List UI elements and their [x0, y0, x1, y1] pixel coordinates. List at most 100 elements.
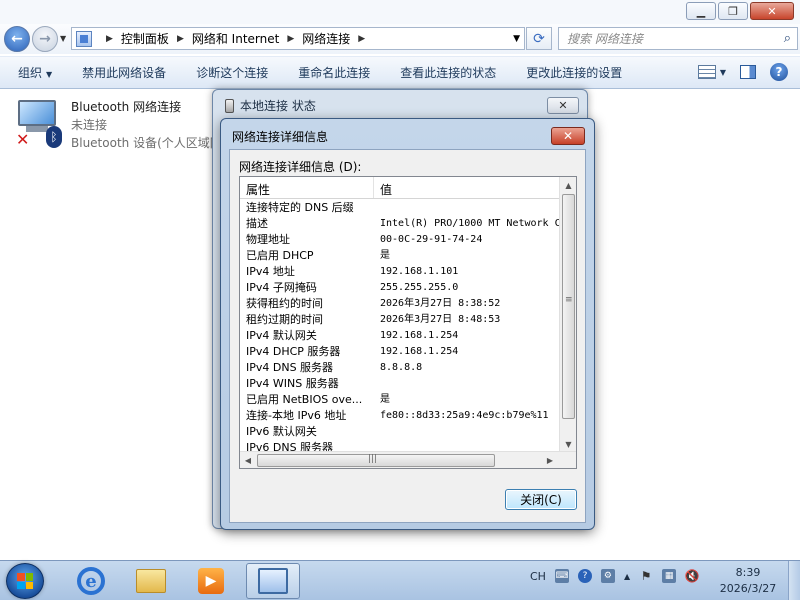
table-row[interactable]: 获得租约的时间 2026年3月27日 8:38:52: [240, 296, 560, 312]
value-cell: 192.168.1.101: [380, 266, 459, 277]
show-desktop-button[interactable]: [788, 561, 800, 600]
taskbar: e ▶ CH ⌨ ? ⚙ ▲ ⚑ ▦ 🔇 8:39 2026/3/27: [0, 560, 800, 600]
scroll-thumb[interactable]: [562, 194, 575, 419]
maximize-button[interactable]: ❐: [718, 2, 748, 20]
property-cell: IPv4 地址: [246, 265, 295, 278]
recent-pages-dropdown-icon[interactable]: ▼: [60, 34, 66, 43]
list-header: 属性 值: [240, 177, 560, 199]
rename-button[interactable]: 重命名此连接: [298, 64, 370, 81]
keyboard-icon[interactable]: ⌨: [554, 569, 569, 583]
search-input[interactable]: 搜索 网络连接 ⌕: [558, 27, 798, 50]
table-row[interactable]: IPv4 地址 192.168.1.101: [240, 264, 560, 280]
minimize-button[interactable]: ▁: [686, 2, 716, 20]
close-dialog-button[interactable]: ✕: [551, 127, 585, 145]
chevron-right-icon[interactable]: ▶: [177, 34, 184, 44]
forward-button[interactable]: →: [32, 26, 58, 52]
search-icon[interactable]: ⌕: [784, 31, 791, 46]
table-row[interactable]: IPv4 WINS 服务器: [240, 376, 560, 392]
property-cell: 已启用 NetBIOS ove...: [246, 393, 363, 406]
horizontal-scrollbar[interactable]: ◀ ▶: [240, 451, 576, 468]
chevron-right-icon[interactable]: ▶: [106, 34, 113, 44]
close-dialog-button[interactable]: ✕: [547, 97, 579, 114]
windows-logo-icon: [17, 573, 33, 589]
scroll-down-icon[interactable]: ▼: [560, 436, 576, 452]
table-row[interactable]: 连接-本地 IPv6 地址 fe80::8d33:25a9:4e9c:b79e%1…: [240, 408, 560, 424]
help-icon[interactable]: ?: [770, 63, 788, 81]
table-row[interactable]: IPv4 子网掩码 255.255.255.0: [240, 280, 560, 296]
change-view-button[interactable]: ▼: [697, 65, 726, 79]
view-status-button[interactable]: 查看此连接的状态: [400, 64, 496, 81]
chevron-down-icon: ▼: [719, 67, 726, 77]
action-center-flag-icon[interactable]: ⚑: [639, 569, 653, 583]
taskbar-ie[interactable]: e: [64, 563, 118, 599]
change-settings-button[interactable]: 更改此连接的设置: [526, 64, 622, 81]
preview-pane-icon[interactable]: [740, 65, 756, 79]
bluetooth-icon: ᛒ: [46, 126, 62, 148]
table-row[interactable]: 连接特定的 DNS 后缀: [240, 200, 560, 216]
breadcrumb-network-internet[interactable]: 网络和 Internet: [192, 30, 279, 47]
table-row[interactable]: IPv6 默认网关: [240, 424, 560, 440]
taskbar-explorer[interactable]: [124, 563, 178, 599]
scroll-thumb[interactable]: [257, 454, 495, 467]
table-row[interactable]: IPv4 默认网关 192.168.1.254: [240, 328, 560, 344]
table-row[interactable]: 已启用 NetBIOS ove... 是: [240, 392, 560, 408]
network-tray-icon[interactable]: ▦: [662, 569, 677, 583]
settings-icon[interactable]: ⚙: [600, 569, 615, 583]
breadcrumb: ▶ 控制面板 ▶ 网络和 Internet ▶ 网络连接 ▶: [98, 30, 373, 47]
taskbar-media-player[interactable]: ▶: [184, 563, 238, 599]
search-placeholder: 搜索 网络连接: [567, 32, 643, 46]
value-cell: 2026年3月27日 8:48:53: [380, 314, 501, 325]
clock[interactable]: 8:39 2026/3/27: [712, 565, 784, 597]
address-dropdown-icon[interactable]: ▼: [513, 34, 520, 44]
scroll-left-icon[interactable]: ◀: [240, 452, 256, 468]
start-button[interactable]: [6, 563, 44, 599]
table-row[interactable]: 描述 Intel(R) PRO/1000 MT Network C: [240, 216, 560, 232]
property-cell: 连接特定的 DNS 后缀: [246, 201, 354, 214]
language-indicator[interactable]: CH: [530, 570, 546, 583]
list-item-bluetooth-connection[interactable]: ✕ ᛒ Bluetooth 网络连接 未连接 Bluetooth 设备(个人区域…: [14, 96, 234, 156]
dialog-title-text: 本地连接 状态: [240, 99, 316, 113]
property-cell: 租约过期的时间: [246, 313, 323, 326]
help-icon[interactable]: ?: [577, 569, 592, 583]
chevron-right-icon[interactable]: ▶: [358, 34, 365, 44]
table-row[interactable]: IPv4 DNS 服务器 8.8.8.8: [240, 360, 560, 376]
breadcrumb-control-panel[interactable]: 控制面板: [121, 30, 169, 47]
volume-muted-icon[interactable]: 🔇: [685, 569, 700, 583]
details-list[interactable]: 属性 值 连接特定的 DNS 后缀描述 Intel(R) PRO/1000 MT …: [239, 176, 577, 469]
clock-time: 8:39: [735, 566, 761, 579]
back-button[interactable]: ←: [4, 26, 30, 52]
scroll-up-icon[interactable]: ▲: [560, 177, 576, 193]
table-row[interactable]: 物理地址 00-0C-29-91-74-24: [240, 232, 560, 248]
details-label: 网络连接详细信息 (D):: [239, 160, 362, 174]
refresh-button[interactable]: ⟳: [526, 27, 552, 50]
dialog-title: 网络连接详细信息: [232, 130, 329, 144]
dialog-body: 网络连接详细信息 (D): 属性 值 连接特定的 DNS 后缀描述 Intel(R…: [229, 149, 586, 523]
value-cell: 8.8.8.8: [380, 362, 423, 373]
table-row[interactable]: 租约过期的时间 2026年3月27日 8:48:53: [240, 312, 560, 328]
scroll-right-icon[interactable]: ▶: [542, 452, 558, 468]
close-button[interactable]: 关闭(C): [505, 489, 577, 510]
column-header-property[interactable]: 属性: [240, 177, 374, 198]
vertical-scrollbar[interactable]: ▲ ▼: [559, 177, 576, 452]
column-header-value[interactable]: 值: [374, 177, 560, 198]
table-row[interactable]: IPv4 DHCP 服务器 192.168.1.254: [240, 344, 560, 360]
disable-device-button[interactable]: 禁用此网络设备: [82, 64, 166, 81]
diagnose-button[interactable]: 诊断这个连接: [196, 64, 268, 81]
close-window-button[interactable]: ✕: [750, 2, 794, 20]
value-cell: [374, 424, 560, 440]
property-cell: IPv4 WINS 服务器: [246, 377, 339, 390]
breadcrumb-network-connections[interactable]: 网络连接: [302, 30, 350, 47]
property-cell: IPv4 默认网关: [246, 329, 317, 342]
command-bar: 组织 ▼ 禁用此网络设备 诊断这个连接 重命名此连接 查看此连接的状态 更改此连接…: [0, 56, 800, 89]
table-row[interactable]: 已启用 DHCP 是: [240, 248, 560, 264]
show-hidden-icons-icon[interactable]: ▲: [624, 572, 630, 581]
title-bar: ▁ ❐ ✕: [0, 0, 800, 24]
address-bar[interactable]: ▶ 控制面板 ▶ 网络和 Internet ▶ 网络连接 ▶ ▼: [71, 27, 525, 50]
clock-date: 2026/3/27: [719, 582, 777, 595]
organize-menu[interactable]: 组织 ▼: [18, 64, 52, 81]
connection-status: 未连接: [71, 118, 108, 132]
arrow-left-icon: ←: [11, 31, 23, 47]
chevron-right-icon[interactable]: ▶: [287, 34, 294, 44]
taskbar-network-connections[interactable]: [246, 563, 300, 599]
scrollbar-corner: [559, 452, 576, 468]
